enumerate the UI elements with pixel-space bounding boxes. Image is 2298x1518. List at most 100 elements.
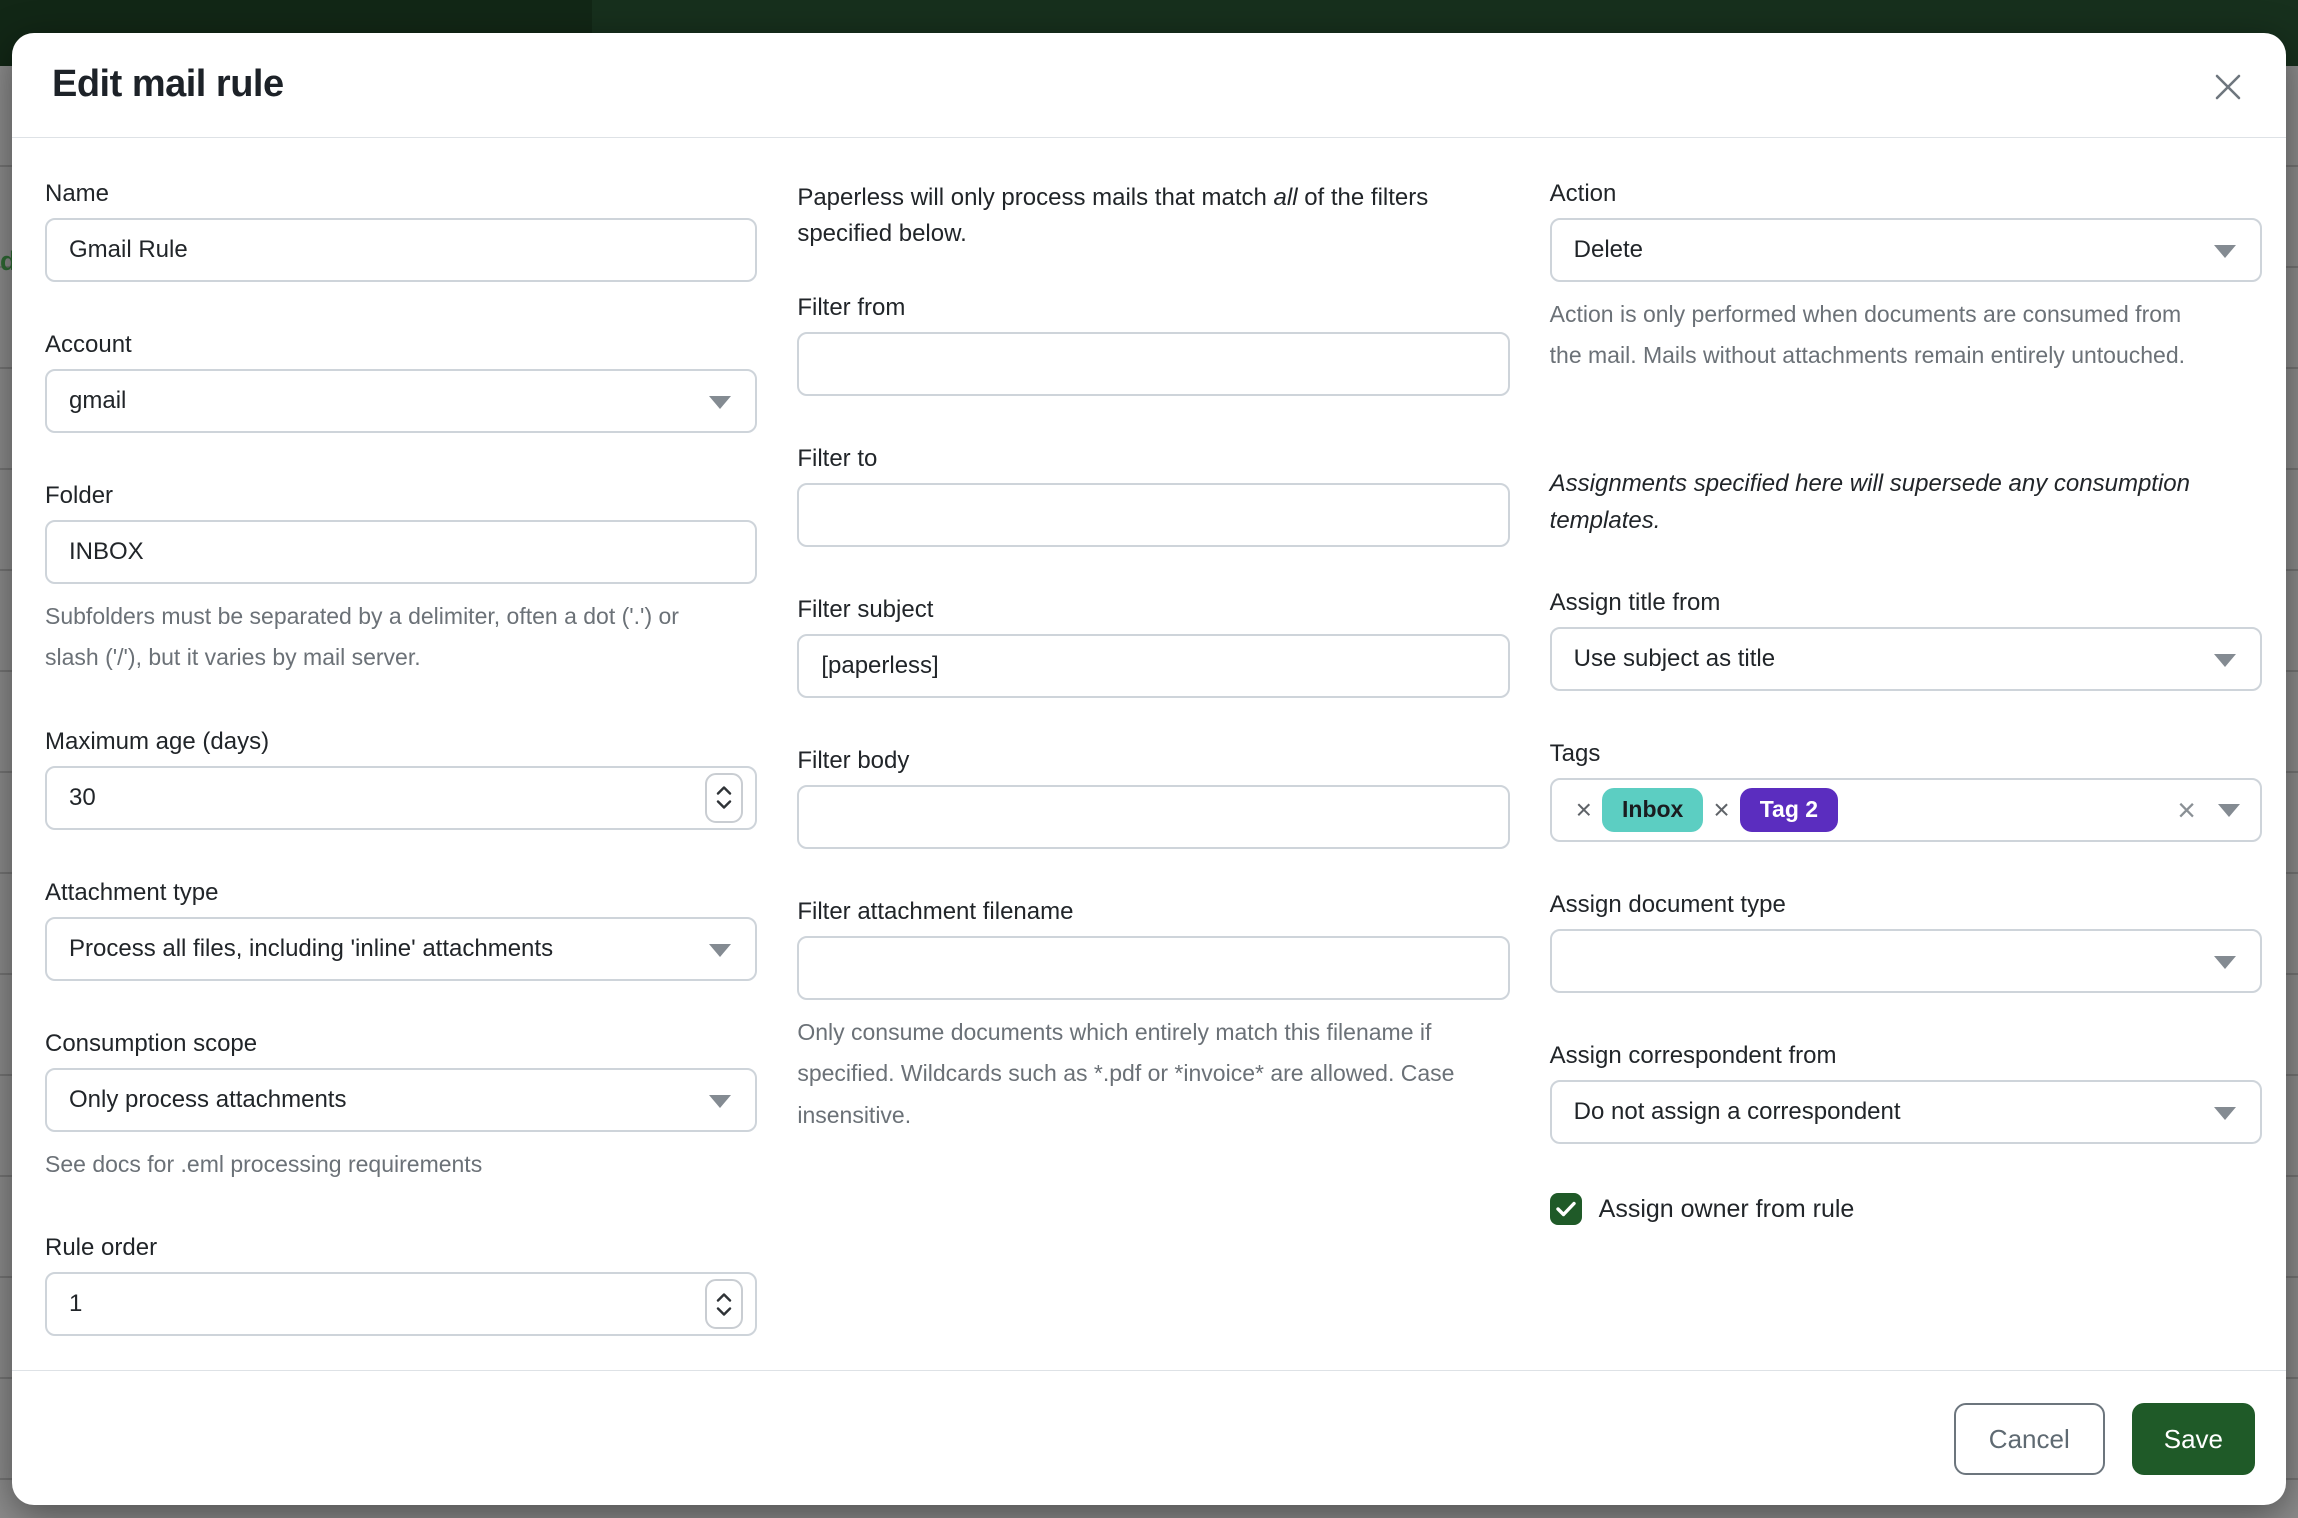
- consumption-scope-label: Consumption scope: [45, 1030, 757, 1058]
- name-input[interactable]: [45, 218, 757, 282]
- tags-clear-icon[interactable]: ×: [2177, 794, 2196, 826]
- close-icon: [2210, 93, 2246, 108]
- assign-correspondent-select-value: Do not assign a correspondent: [1574, 1098, 1901, 1126]
- filter-filename-field-group: Filter attachment filename Only consume …: [797, 898, 1509, 1136]
- action-select-value: Delete: [1574, 236, 1643, 264]
- chevron-down-icon: [2214, 245, 2236, 258]
- dialog-header: Edit mail rule: [12, 33, 2286, 138]
- tags-controls: ×: [2177, 780, 2240, 840]
- attachment-type-select[interactable]: Process all files, including 'inline' at…: [45, 917, 757, 981]
- assign-owner-row: Assign owner from rule: [1550, 1193, 2262, 1225]
- close-button[interactable]: [2204, 63, 2252, 111]
- edit-mail-rule-dialog: Edit mail rule Name Account gmail: [12, 33, 2286, 1505]
- filter-body-input[interactable]: [797, 785, 1509, 849]
- filter-from-label: Filter from: [797, 294, 1509, 322]
- chevron-up-icon: [716, 786, 732, 795]
- consumption-scope-hint: See docs for .eml processing requirement…: [45, 1144, 757, 1185]
- filter-filename-label: Filter attachment filename: [797, 898, 1509, 926]
- consumption-scope-select-value: Only process attachments: [69, 1086, 346, 1114]
- max-age-input[interactable]: [45, 766, 757, 830]
- dialog-title: Edit mail rule: [52, 63, 284, 106]
- action-label: Action: [1550, 180, 2262, 208]
- cancel-button[interactable]: Cancel: [1954, 1403, 2105, 1475]
- filter-filename-hint: Only consume documents which entirely ma…: [797, 1012, 1502, 1136]
- assign-correspondent-field-group: Assign correspondent from Do not assign …: [1550, 1042, 2262, 1144]
- account-label: Account: [45, 331, 757, 359]
- chevron-down-icon: [716, 1307, 732, 1316]
- account-field-group: Account gmail: [45, 331, 757, 433]
- chevron-down-icon: [709, 396, 731, 409]
- assign-title-label: Assign title from: [1550, 589, 2262, 617]
- save-button[interactable]: Save: [2132, 1403, 2255, 1475]
- action-hint: Action is only performed when documents …: [1550, 294, 2215, 377]
- chevron-down-icon: [2214, 654, 2236, 667]
- column-filters: Paperless will only process mails that m…: [797, 180, 1509, 1370]
- folder-label: Folder: [45, 482, 757, 510]
- column-general: Name Account gmail Folder Subfolders mus…: [45, 180, 757, 1370]
- filter-filename-input[interactable]: [797, 936, 1509, 1000]
- assign-correspondent-label: Assign correspondent from: [1550, 1042, 2262, 1070]
- folder-hint: Subfolders must be separated by a delimi…: [45, 596, 735, 679]
- filter-body-label: Filter body: [797, 747, 1509, 775]
- filter-from-field-group: Filter from: [797, 294, 1509, 396]
- tag-badge-tag2: Tag 2: [1740, 788, 1838, 832]
- max-age-stepper[interactable]: [705, 773, 743, 823]
- name-field-group: Name: [45, 180, 757, 282]
- account-select[interactable]: gmail: [45, 369, 757, 433]
- assign-title-select-value: Use subject as title: [1574, 645, 1775, 673]
- dialog-footer: Cancel Save: [12, 1370, 2286, 1505]
- rule-order-field-group: Rule order: [45, 1234, 757, 1336]
- assign-owner-label: Assign owner from rule: [1599, 1195, 1855, 1224]
- tag-remove-icon[interactable]: ×: [1566, 796, 1602, 824]
- attachment-type-label: Attachment type: [45, 879, 757, 907]
- filters-intro-emphasis: all: [1274, 184, 1298, 211]
- account-select-value: gmail: [69, 387, 126, 415]
- name-label: Name: [45, 180, 757, 208]
- rule-order-stepper[interactable]: [705, 1279, 743, 1329]
- attachment-type-select-value: Process all files, including 'inline' at…: [69, 935, 553, 963]
- assignments-note: Assignments specified here will supersed…: [1550, 465, 2250, 539]
- chevron-down-icon[interactable]: [2218, 804, 2240, 817]
- filter-to-input[interactable]: [797, 483, 1509, 547]
- tags-field-group: Tags × Inbox × Tag 2 ×: [1550, 740, 2262, 842]
- assign-owner-checkbox[interactable]: [1550, 1193, 1582, 1225]
- filter-from-input[interactable]: [797, 332, 1509, 396]
- tags-label: Tags: [1550, 740, 2262, 768]
- rule-order-label: Rule order: [45, 1234, 757, 1262]
- column-assignments: Action Delete Action is only performed w…: [1550, 180, 2262, 1370]
- assign-correspondent-select[interactable]: Do not assign a correspondent: [1550, 1080, 2262, 1144]
- chevron-down-icon: [716, 800, 732, 809]
- assign-doctype-field-group: Assign document type: [1550, 891, 2262, 993]
- assign-title-select[interactable]: Use subject as title: [1550, 627, 2262, 691]
- max-age-label: Maximum age (days): [45, 728, 757, 756]
- consumption-scope-field-group: Consumption scope Only process attachmen…: [45, 1030, 757, 1185]
- chevron-down-icon: [2214, 1107, 2236, 1120]
- filter-subject-field-group: Filter subject: [797, 596, 1509, 698]
- filter-body-field-group: Filter body: [797, 747, 1509, 849]
- assign-doctype-label: Assign document type: [1550, 891, 2262, 919]
- filter-subject-input[interactable]: [797, 634, 1509, 698]
- rule-order-input[interactable]: [45, 1272, 757, 1336]
- tag-badge-inbox: Inbox: [1602, 788, 1703, 832]
- folder-field-group: Folder Subfolders must be separated by a…: [45, 482, 757, 679]
- chevron-up-icon: [716, 1293, 732, 1302]
- consumption-scope-select[interactable]: Only process attachments: [45, 1068, 757, 1132]
- attachment-type-field-group: Attachment type Process all files, inclu…: [45, 879, 757, 981]
- assign-title-field-group: Assign title from Use subject as title: [1550, 589, 2262, 691]
- chevron-down-icon: [2214, 956, 2236, 969]
- max-age-field-group: Maximum age (days): [45, 728, 757, 830]
- assign-doctype-select[interactable]: [1550, 929, 2262, 993]
- checkmark-icon: [1556, 1201, 1576, 1217]
- action-select[interactable]: Delete: [1550, 218, 2262, 282]
- dialog-body: Name Account gmail Folder Subfolders mus…: [12, 138, 2286, 1370]
- action-field-group: Action Delete Action is only performed w…: [1550, 180, 2262, 377]
- tags-multiselect[interactable]: × Inbox × Tag 2 ×: [1550, 778, 2262, 842]
- filter-to-field-group: Filter to: [797, 445, 1509, 547]
- chevron-down-icon: [709, 944, 731, 957]
- folder-input[interactable]: [45, 520, 757, 584]
- tag-remove-icon[interactable]: ×: [1703, 796, 1739, 824]
- filters-intro: Paperless will only process mails that m…: [797, 180, 1497, 252]
- chevron-down-icon: [709, 1095, 731, 1108]
- filter-to-label: Filter to: [797, 445, 1509, 473]
- filter-subject-label: Filter subject: [797, 596, 1509, 624]
